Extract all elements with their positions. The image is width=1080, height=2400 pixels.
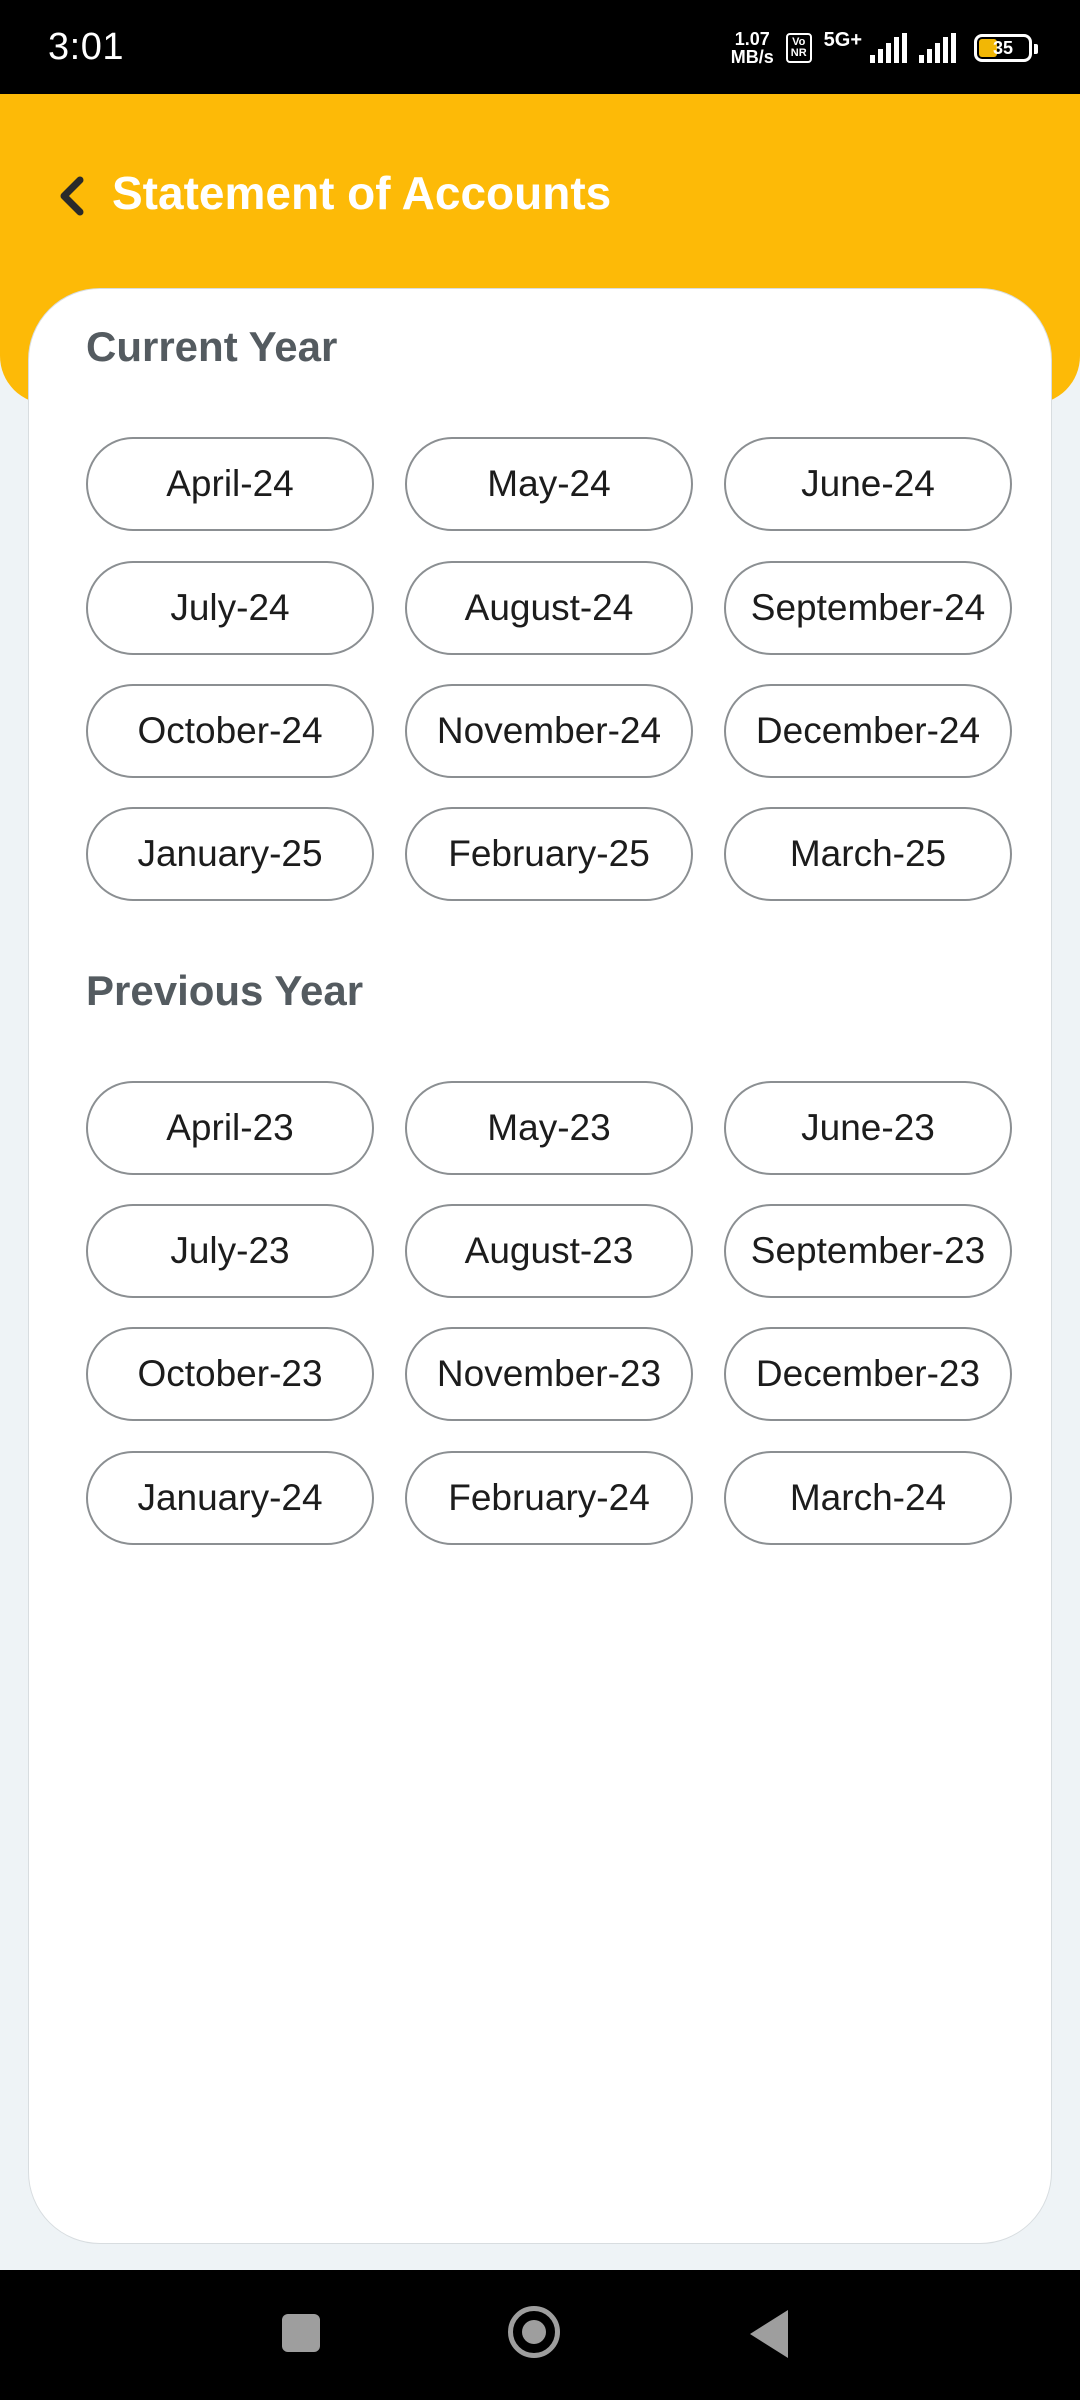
month-chip-march-24[interactable]: March-24 (724, 1451, 1012, 1545)
month-chip-march-25[interactable]: March-25 (724, 807, 1012, 901)
month-chip-october-24[interactable]: October-24 (86, 684, 374, 778)
month-chip-september-23[interactable]: September-23 (724, 1204, 1012, 1298)
network-speed-unit: MB/s (730, 47, 774, 67)
month-chip-may-24[interactable]: May-24 (405, 437, 693, 531)
month-chip-october-23[interactable]: October-23 (86, 1327, 374, 1421)
home-icon[interactable] (508, 2306, 560, 2358)
page-title: Statement of Accounts (112, 167, 612, 219)
recents-icon[interactable] (282, 2314, 320, 2352)
month-chip-december-23[interactable]: December-23 (724, 1327, 1012, 1421)
month-chip-august-24[interactable]: August-24 (405, 561, 693, 655)
current-year-title: Current Year (86, 323, 338, 370)
month-chip-june-23[interactable]: June-23 (724, 1081, 1012, 1175)
status-bar: 3:01 1.07 MB/s Vo NR 5G+ 35 (0, 0, 1080, 94)
status-icons: 1.07 MB/s Vo NR 5G+ 35 (731, 24, 1038, 72)
month-chip-january-24[interactable]: January-24 (86, 1451, 374, 1545)
status-time: 3:01 (48, 26, 124, 68)
statement-card: Current Year April-24 May-24 June-24 Jul… (28, 288, 1052, 2244)
back-icon[interactable] (750, 2310, 788, 2358)
back-button[interactable] (50, 172, 94, 220)
network-type-label: 5G+ (823, 28, 862, 51)
battery-icon: 35 (974, 34, 1038, 62)
month-chip-july-23[interactable]: July-23 (86, 1204, 374, 1298)
signal-icon-2 (919, 33, 956, 63)
month-chip-august-23[interactable]: August-23 (405, 1204, 693, 1298)
month-chip-november-23[interactable]: November-23 (405, 1327, 693, 1421)
network-speed: 1.07 MB/s (731, 30, 774, 66)
volte-bottom-label: NR (790, 47, 807, 59)
month-chip-april-24[interactable]: April-24 (86, 437, 374, 531)
system-nav-bar (0, 2270, 1080, 2400)
volte-icon: Vo NR (785, 33, 812, 63)
previous-year-title: Previous Year (86, 967, 364, 1014)
month-chip-september-24[interactable]: September-24 (724, 561, 1012, 655)
month-chip-january-25[interactable]: January-25 (86, 807, 374, 901)
network-speed-value: 1.07 (734, 29, 770, 49)
month-chip-april-23[interactable]: April-23 (86, 1081, 374, 1175)
month-chip-july-24[interactable]: July-24 (86, 561, 374, 655)
month-chip-november-24[interactable]: November-24 (405, 684, 693, 778)
signal-icon-1 (870, 33, 907, 63)
month-chip-may-23[interactable]: May-23 (405, 1081, 693, 1175)
month-chip-february-25[interactable]: February-25 (405, 807, 693, 901)
month-chip-june-24[interactable]: June-24 (724, 437, 1012, 531)
month-chip-february-24[interactable]: February-24 (405, 1451, 693, 1545)
chevron-left-icon (60, 176, 84, 216)
battery-level: 35 (992, 38, 1014, 58)
month-chip-december-24[interactable]: December-24 (724, 684, 1012, 778)
